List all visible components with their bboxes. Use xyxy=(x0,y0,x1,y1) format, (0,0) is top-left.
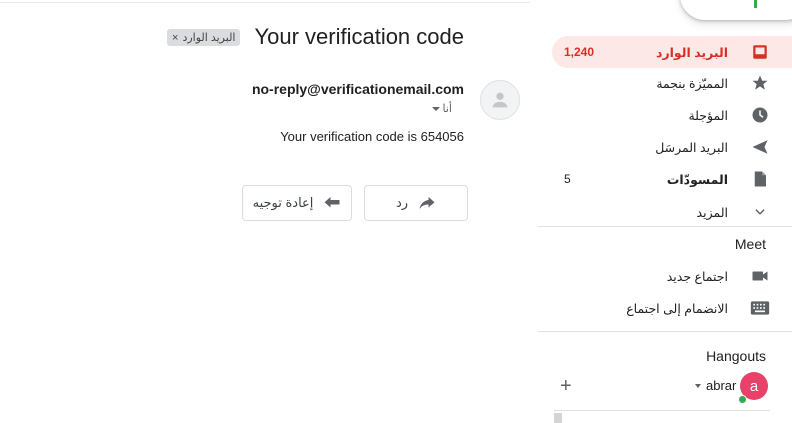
inbox-count: 1,240 xyxy=(564,45,595,59)
sidebar-item-more[interactable]: المزيد xyxy=(552,196,792,228)
recipient-details[interactable]: أنا xyxy=(431,102,452,115)
compose-button[interactable] xyxy=(680,0,792,20)
sidebar-item-label: المميّزة بنجمة xyxy=(656,76,728,91)
sidebar-item-label: البريد المرسَل xyxy=(655,140,728,155)
reply-button[interactable]: رد xyxy=(364,185,468,221)
scrollbar-stub[interactable] xyxy=(554,413,562,423)
user-menu-caret-icon[interactable] xyxy=(695,384,701,388)
star-icon xyxy=(750,73,770,93)
sidebar: 1,240 البريد الوارد المميّزة بنجمة المؤج… xyxy=(538,0,792,423)
join-meeting-button[interactable]: الانضمام إلى اجتماع xyxy=(552,293,792,323)
sender-avatar[interactable] xyxy=(480,80,520,120)
top-divider xyxy=(0,2,530,3)
new-meeting-button[interactable]: اجتماع جديد xyxy=(552,261,792,291)
keyboard-icon xyxy=(750,298,770,318)
sidebar-item-snoozed[interactable]: المؤجلة xyxy=(552,99,792,131)
inbox-label-chip[interactable]: × البريد الوارد xyxy=(167,29,241,46)
email-subject: Your verification code xyxy=(254,24,464,49)
hangouts-title: Hangouts xyxy=(706,348,766,364)
hangouts-user-name[interactable]: abrar xyxy=(706,378,736,393)
message-pane: × البريد الوارد Your verification code n… xyxy=(0,0,538,423)
bottom-divider xyxy=(554,410,770,411)
avatar-initial: a xyxy=(749,377,759,395)
inbox-icon xyxy=(750,42,770,62)
clock-icon xyxy=(750,105,770,125)
send-icon xyxy=(750,137,770,157)
sidebar-item-sent[interactable]: البريد المرسَل xyxy=(552,131,792,163)
chevron-down-icon xyxy=(750,202,770,222)
join-meeting-label: الانضمام إلى اجتماع xyxy=(626,301,728,316)
sidebar-item-inbox[interactable]: 1,240 البريد الوارد xyxy=(552,36,792,68)
forward-button[interactable]: إعادة توجيه xyxy=(242,185,352,221)
online-status-icon xyxy=(738,395,747,404)
draft-icon xyxy=(750,169,770,189)
hangouts-user-row: + abrar a xyxy=(538,372,792,404)
sender-email[interactable]: no-reply@verificationemail.com xyxy=(252,81,464,97)
sidebar-item-label: المزيد xyxy=(696,205,728,220)
sidebar-item-drafts[interactable]: 5 المسودّات xyxy=(552,163,792,195)
compose-plus-icon xyxy=(754,0,757,8)
label-chip-text: البريد الوارد xyxy=(182,32,236,44)
add-contact-icon[interactable]: + xyxy=(560,376,572,396)
video-camera-icon xyxy=(750,266,770,286)
email-body: Your verification code is 654056 xyxy=(280,129,464,144)
person-icon xyxy=(492,92,508,108)
sidebar-item-label: المؤجلة xyxy=(688,108,728,123)
sidebar-item-label: البريد الوارد xyxy=(656,45,728,60)
section-divider xyxy=(538,226,792,227)
new-meeting-label: اجتماع جديد xyxy=(666,269,728,284)
forward-label: إعادة توجيه xyxy=(252,195,314,210)
drafts-count: 5 xyxy=(564,172,571,186)
section-divider xyxy=(538,331,792,332)
remove-label-icon[interactable]: × xyxy=(172,32,178,44)
forward-arrow-icon xyxy=(324,197,340,208)
meet-title: Meet xyxy=(734,236,766,252)
sidebar-item-label: المسودّات xyxy=(666,172,728,187)
reply-arrow-icon xyxy=(419,197,435,209)
recipient-label: أنا xyxy=(442,103,452,115)
reply-label: رد xyxy=(395,195,409,210)
caret-down-icon xyxy=(431,106,440,111)
sidebar-item-starred[interactable]: المميّزة بنجمة xyxy=(552,67,792,99)
